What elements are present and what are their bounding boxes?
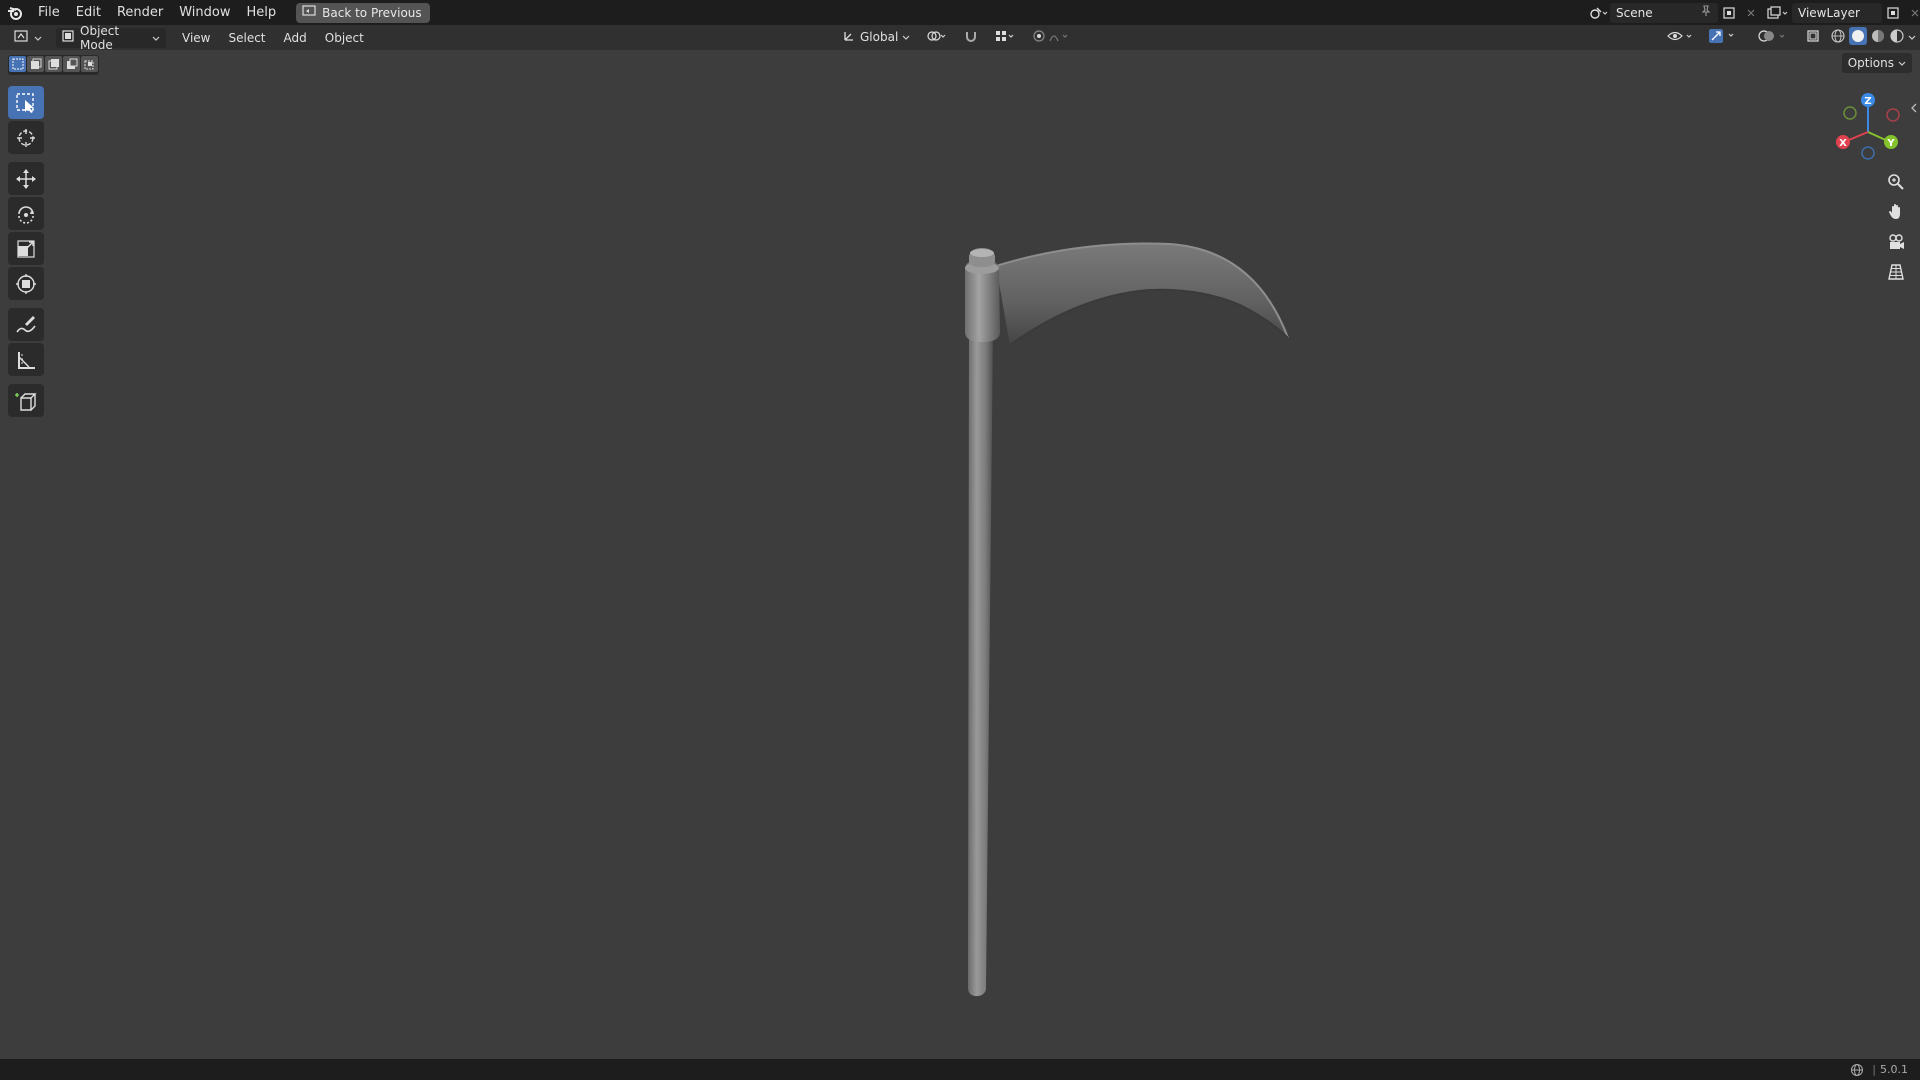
annotate-tool-icon[interactable]: [8, 308, 44, 341]
new-scene-icon[interactable]: [1718, 3, 1740, 23]
selection-mode-group: [8, 55, 99, 75]
pan-hand-icon[interactable]: [1882, 198, 1910, 226]
back-to-previous-label: Back to Previous: [322, 5, 422, 20]
header-menu-view[interactable]: View: [176, 28, 216, 48]
eye-selectability-icon: [1666, 29, 1694, 46]
xray-toggle[interactable]: [1800, 27, 1826, 47]
mode-dropdown[interactable]: Object Mode: [56, 24, 166, 52]
new-view-layer-icon[interactable]: [1882, 3, 1904, 23]
proportional-edit-icon: [1032, 29, 1072, 46]
back-to-previous-button[interactable]: Back to Previous: [296, 2, 430, 23]
proportional-edit-toggle[interactable]: [1026, 27, 1078, 47]
transform-tool-icon[interactable]: [8, 267, 44, 300]
neg-x-axis-handle: [1886, 108, 1900, 122]
header-menu-object[interactable]: Object: [319, 28, 370, 48]
top-menu-bar: File Edit Render Window Help Back to Pre…: [0, 0, 1920, 25]
add-cube-tool-icon[interactable]: [8, 384, 44, 417]
overlays-toggle[interactable]: [1752, 27, 1798, 47]
neg-y-axis-handle: [1843, 106, 1857, 120]
menu-render[interactable]: Render: [109, 0, 171, 25]
measure-tool-icon[interactable]: [8, 343, 44, 376]
y-axis-label: Y: [1886, 138, 1895, 149]
snap-grid-icon: [994, 29, 1016, 46]
scene-browse-icon[interactable]: [1588, 3, 1610, 23]
menu-window[interactable]: Window: [171, 0, 238, 25]
camera-view-icon[interactable]: [1882, 228, 1910, 256]
screen-icon: [302, 5, 316, 20]
status-bar: | 5.0.1: [0, 1059, 1920, 1080]
solid-shading-icon[interactable]: [1849, 26, 1867, 48]
chevron-down-icon: [902, 30, 910, 44]
orientation-label: Global: [860, 30, 899, 44]
navigation-gizmo[interactable]: Z Y X: [1834, 90, 1914, 170]
header-menu-add[interactable]: Add: [278, 28, 313, 48]
snap-toggle[interactable]: [958, 27, 984, 47]
object-mode-icon: [62, 30, 74, 45]
rendered-shading-icon[interactable]: [1889, 28, 1905, 47]
view-layer-browse-icon[interactable]: [1764, 3, 1792, 23]
scale-tool-icon[interactable]: [8, 232, 44, 265]
material-shading-icon[interactable]: [1870, 28, 1886, 47]
select-intersect-icon[interactable]: [81, 56, 98, 72]
visibility-dropdown[interactable]: [1660, 27, 1700, 47]
chevron-down-icon: [1898, 56, 1906, 70]
chevron-down-icon[interactable]: [1908, 30, 1916, 44]
editor-type-icon: [14, 29, 32, 46]
z-axis-label: Z: [1864, 96, 1871, 107]
scene-name: Scene: [1616, 5, 1653, 20]
pin-icon[interactable]: [1700, 5, 1712, 20]
scene-selector: Scene: [1588, 2, 1762, 23]
editor-type-button[interactable]: [8, 28, 48, 48]
zoom-icon[interactable]: [1882, 168, 1910, 196]
select-subtract-icon[interactable]: [45, 56, 62, 72]
tool-shelf: [8, 86, 48, 419]
menu-help[interactable]: Help: [239, 0, 285, 25]
delete-view-layer-icon[interactable]: [1904, 3, 1920, 23]
magnet-icon: [964, 29, 978, 46]
chevron-down-icon: [152, 31, 160, 45]
pivot-point-dropdown[interactable]: [920, 27, 954, 47]
perspective-toggle-icon[interactable]: [1882, 258, 1910, 286]
view-layer-selector: ViewLayer: [1764, 2, 1920, 23]
gizmo-icon: [1708, 28, 1744, 47]
select-invert-icon[interactable]: [63, 56, 80, 72]
x-axis-label: X: [1839, 138, 1847, 149]
menu-edit[interactable]: Edit: [68, 0, 109, 25]
pivot-icon: [926, 29, 948, 46]
transform-controls: Global: [836, 27, 1078, 47]
scythe-mesh[interactable]: [0, 50, 1920, 1059]
neg-z-axis-handle: [1861, 146, 1875, 160]
scene-name-field[interactable]: Scene: [1610, 2, 1718, 23]
orientation-dropdown[interactable]: Global: [836, 27, 916, 47]
select-extend-icon[interactable]: [27, 56, 44, 72]
gizmo-toggle[interactable]: [1702, 27, 1750, 47]
version-label: 5.0.1: [1880, 1063, 1908, 1076]
menu-file[interactable]: File: [30, 0, 68, 25]
blender-logo-icon[interactable]: [0, 0, 30, 25]
select-box-tool-icon[interactable]: [8, 86, 44, 119]
chevron-down-icon: [34, 31, 42, 45]
network-globe-icon[interactable]: [1850, 1063, 1864, 1077]
header-menu-select[interactable]: Select: [222, 28, 271, 48]
wireframe-shading-icon[interactable]: [1830, 28, 1846, 47]
viewport-display-controls: [1660, 26, 1918, 48]
rotate-tool-icon[interactable]: [8, 197, 44, 230]
xray-icon: [1806, 29, 1820, 46]
select-new-icon[interactable]: [9, 56, 26, 72]
view-layer-name-field[interactable]: ViewLayer: [1792, 2, 1882, 23]
mode-label: Object Mode: [80, 23, 120, 52]
delete-scene-icon[interactable]: [1740, 3, 1762, 23]
3d-viewport[interactable]: [0, 50, 1920, 1059]
status-separator: |: [1872, 1063, 1876, 1076]
orientation-icon: [842, 29, 856, 46]
options-label: Options: [1847, 56, 1894, 70]
view-layer-name: ViewLayer: [1798, 5, 1860, 20]
cursor-tool-icon[interactable]: [8, 121, 44, 154]
viewport-header: Object Mode View Select Add Object Globa…: [0, 24, 1920, 52]
options-dropdown[interactable]: Options: [1841, 53, 1912, 73]
shading-mode-group: [1828, 26, 1918, 48]
snap-target-dropdown[interactable]: [988, 27, 1022, 47]
overlays-icon: [1758, 29, 1792, 46]
move-tool-icon[interactable]: [8, 162, 44, 195]
